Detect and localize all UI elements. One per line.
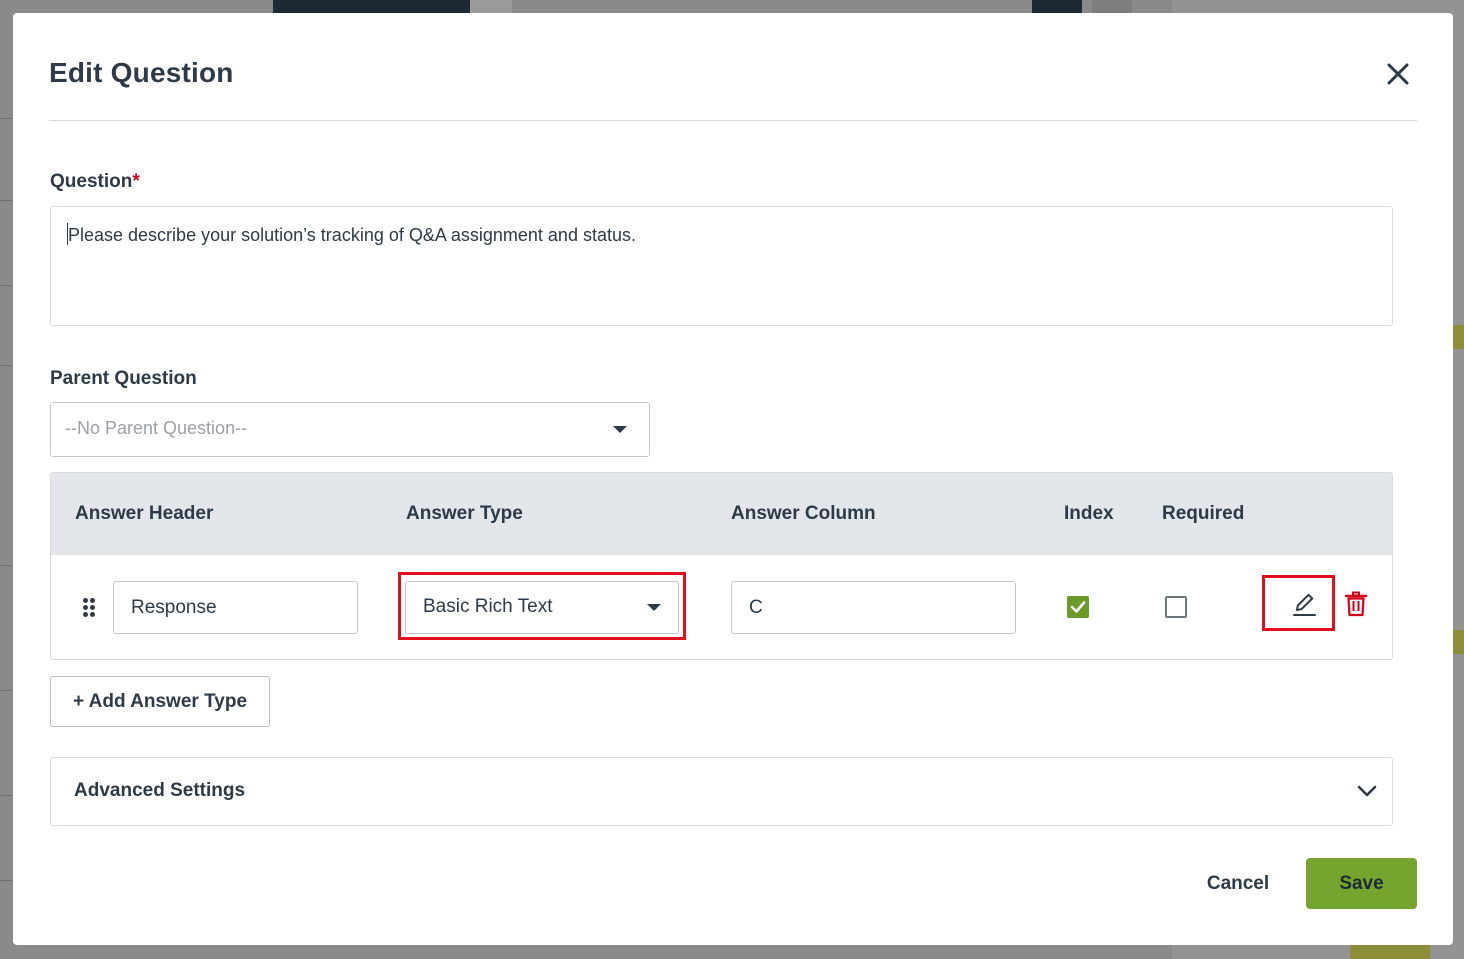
answer-type-select[interactable]: Basic Rich Text (405, 581, 679, 634)
header-divider (49, 120, 1417, 121)
column-header-answer-header: Answer Header (75, 503, 214, 524)
column-header-required: Required (1162, 503, 1245, 524)
pencil-icon (1293, 593, 1316, 616)
background-topbar (273, 0, 470, 13)
background-topbar-segment (470, 0, 512, 13)
trash-icon (1344, 591, 1368, 617)
advanced-settings-label: Advanced Settings (74, 780, 246, 801)
background-highlight (1453, 630, 1464, 654)
add-answer-type-button[interactable]: + Add Answer Type (50, 676, 270, 727)
edit-button[interactable] (1291, 590, 1317, 618)
question-label-text: Question (50, 171, 133, 192)
answer-column-input[interactable]: C (731, 581, 1016, 634)
caret-down-icon (613, 426, 627, 433)
background-view-toggle (1032, 0, 1082, 13)
chevron-down-icon (1357, 785, 1377, 797)
question-textarea[interactable]: Please describe your solution’s tracking… (50, 206, 1393, 326)
question-text: Please describe your solution’s tracking… (68, 225, 636, 245)
index-checkbox[interactable] (1067, 596, 1089, 618)
close-button[interactable] (1381, 57, 1415, 91)
parent-question-value: --No Parent Question-- (65, 418, 248, 438)
advanced-settings-accordion[interactable]: Advanced Settings (50, 757, 1393, 826)
answers-table: Answer Header Answer Type Answer Column … (50, 472, 1393, 660)
cancel-button[interactable]: Cancel (1191, 858, 1285, 909)
background-view-toggle-alt (1092, 0, 1132, 13)
column-header-index: Index (1064, 503, 1114, 524)
delete-button[interactable] (1344, 591, 1368, 617)
answer-type-value: Basic Rich Text (423, 596, 553, 617)
caret-down-icon (647, 604, 661, 611)
answer-header-input[interactable]: Response (113, 581, 358, 634)
column-header-answer-type: Answer Type (406, 503, 523, 524)
table-header: Answer Header Answer Type Answer Column … (51, 473, 1392, 555)
required-checkbox[interactable] (1165, 596, 1187, 618)
parent-question-label: Parent Question (50, 368, 197, 389)
save-button[interactable]: Save (1306, 858, 1417, 909)
close-icon (1387, 63, 1409, 85)
checkmark-icon (1070, 601, 1086, 613)
column-header-answer-column: Answer Column (731, 503, 876, 524)
parent-question-select[interactable]: --No Parent Question-- (50, 402, 650, 457)
modal-title: Edit Question (49, 57, 234, 88)
required-marker: * (132, 171, 140, 192)
question-label: Question* (50, 171, 140, 193)
background-highlight (1453, 325, 1464, 349)
background-highlight (1350, 945, 1430, 959)
edit-question-modal: Edit Question Question* Please describe … (13, 13, 1453, 945)
